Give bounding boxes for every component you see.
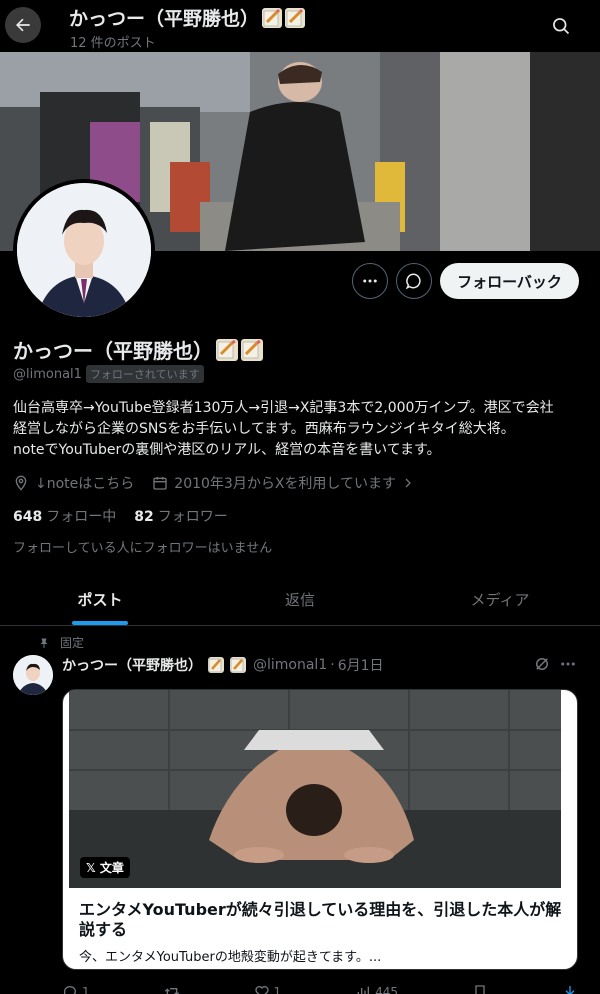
bio-line: noteでYouTuberの裏側や港区のリアル、経営の本音を書いてます。 [13, 442, 441, 458]
post-date[interactable]: 6月1日 [338, 655, 384, 675]
profile-bio: 仙台高専卒→YouTube登録者130万人→引退→X記事3本で2,000万インプ… [13, 398, 588, 461]
profile-meta: ↓noteはこちら 2010年3月からXを利用しています [13, 473, 414, 493]
following-label: フォロー中 [46, 509, 117, 525]
tab-label: 返信 [284, 590, 315, 609]
grok-icon [536, 658, 548, 670]
top-bar: かっつー（平野勝也） 12 件のポスト [0, 0, 600, 52]
bookmark-button[interactable] [472, 984, 488, 994]
article-cover-image [69, 690, 561, 888]
handle-row: @limonal1 フォローされています [13, 365, 204, 383]
memo-emoji-icon [216, 339, 238, 361]
profile-avatar[interactable] [13, 179, 155, 321]
post-count: 12 件のポスト [70, 36, 156, 51]
reply-button[interactable]: 1 [62, 984, 90, 994]
following-link[interactable]: 648 フォロー中 [13, 506, 116, 526]
avatar-photo [17, 183, 151, 317]
location-pin-icon [15, 475, 27, 491]
message-button[interactable] [396, 263, 432, 299]
calendar-icon [153, 477, 167, 490]
bio-line: 仙台高専卒→YouTube登録者130万人→引退→X記事3本で2,000万インプ… [13, 400, 554, 416]
article-card[interactable]: エンタメYouTuberが続々引退している理由を、引退した本人が解説する 今、エ… [62, 689, 578, 970]
follow-back-button[interactable]: フォローバック [440, 263, 579, 299]
post-author-handle[interactable]: @limonal1 [253, 657, 327, 673]
pin-icon [40, 638, 48, 648]
post-header: かっつー（平野勝也） @limonal1 · 6月1日 [62, 655, 384, 675]
repost-button[interactable] [164, 984, 180, 994]
reply-icon [64, 986, 76, 994]
search-icon [553, 18, 570, 35]
like-count: 1 [273, 985, 282, 994]
bio-line: 経営しながら企業のSNSをお手伝いしてます。西麻布ラウンジイキタイ総大将。 [13, 421, 515, 437]
views-button[interactable]: 445 [355, 984, 398, 994]
share-button[interactable] [562, 984, 578, 994]
header-title: かっつー（平野勝也） [69, 4, 306, 31]
memo-emoji-icon [262, 8, 283, 28]
mutual-followers-note: フォローしている人にフォロワーはいません [13, 541, 273, 556]
post-actions: 1 1 445 [62, 984, 578, 994]
profile-handle: @limonal1 [13, 366, 82, 382]
repost-icon [164, 988, 179, 994]
share-icon [565, 986, 575, 994]
article-type-badge: 𝕏 文章 [80, 857, 130, 878]
profile-location: ↓noteはこちら [35, 476, 135, 492]
followers-count: 82 [134, 509, 154, 525]
post-more-button[interactable] [559, 655, 577, 677]
following-count: 648 [13, 509, 43, 525]
pinned-label: 固定 [60, 636, 85, 650]
article-description: 今、エンタメYouTuberの地殻変動が起きてます。... [79, 950, 382, 965]
joined-date[interactable]: 2010年3月からXを利用しています [174, 473, 396, 493]
bookmark-icon [475, 985, 485, 994]
memo-emoji-icon [241, 339, 263, 361]
memo-emoji-icon [230, 657, 246, 673]
search-button[interactable] [544, 9, 578, 43]
active-tab-indicator [72, 621, 128, 625]
post-author-avatar[interactable] [13, 655, 53, 695]
view-count: 445 [375, 985, 399, 994]
more-options-button[interactable] [352, 263, 388, 299]
tab-label: メディア [470, 590, 530, 609]
follow-stats: 648 フォロー中 82 フォロワー [13, 506, 228, 526]
grok-button[interactable] [533, 655, 551, 677]
article-title: エンタメYouTuberが続々引退している理由を、引退した本人が解説する [79, 900, 562, 939]
arrow-left-icon [16, 18, 30, 32]
views-icon [357, 986, 370, 994]
heart-icon [254, 986, 269, 994]
tab-media[interactable]: メディア [400, 573, 600, 625]
avatar-photo [13, 655, 53, 695]
post-author-name[interactable]: かっつー（平野勝也） [62, 655, 202, 675]
back-button[interactable] [5, 7, 41, 43]
followers-label: フォロワー [157, 509, 228, 525]
tab-posts[interactable]: ポスト [0, 573, 200, 625]
profile-name: かっつー（平野勝也） [13, 339, 213, 363]
chevron-right-icon [405, 478, 411, 488]
pinned-indicator: 固定 [38, 634, 84, 651]
more-dots-icon [363, 279, 377, 283]
profile-name-row: かっつー（平野勝也） [13, 335, 263, 364]
follows-you-badge: フォローされています [85, 365, 204, 383]
header-name: かっつー（平野勝也） [69, 8, 260, 30]
like-button[interactable]: 1 [254, 984, 282, 994]
memo-emoji-icon [285, 8, 306, 28]
separator-dot: · [330, 657, 335, 673]
chat-bubble-icon [405, 273, 421, 290]
more-dots-icon [561, 662, 575, 666]
memo-emoji-icon [208, 657, 224, 673]
tab-label: ポスト [77, 590, 123, 609]
followers-link[interactable]: 82 フォロワー [134, 506, 227, 526]
tab-replies[interactable]: 返信 [200, 573, 400, 625]
profile-tabs: ポスト 返信 メディア [0, 573, 600, 626]
reply-count: 1 [82, 985, 90, 994]
